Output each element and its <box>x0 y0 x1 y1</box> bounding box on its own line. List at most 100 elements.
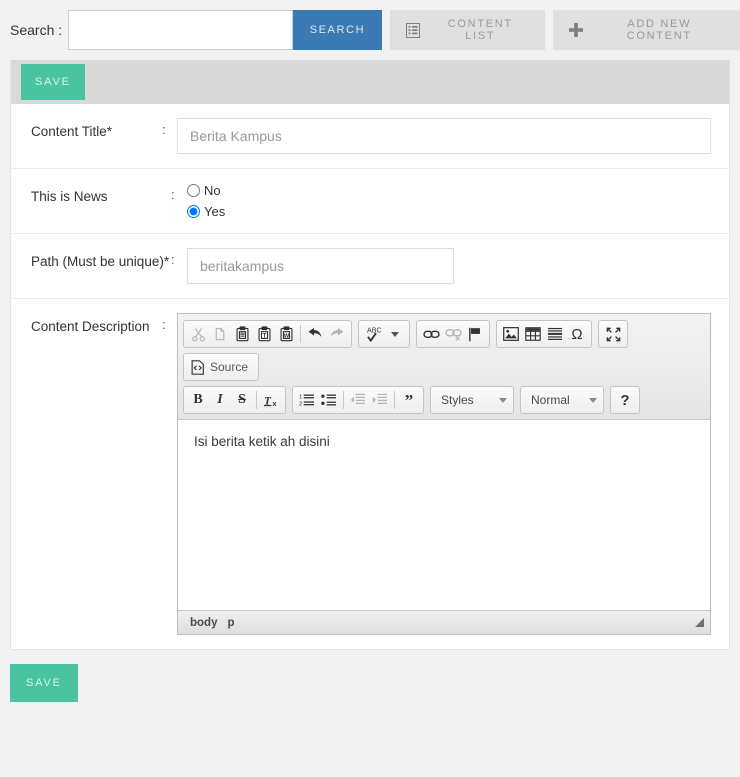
numbered-list-icon[interactable]: 1 2 <box>296 389 318 411</box>
path-label: Path (Must be unique)* <box>31 254 170 269</box>
top-search-bar: Search : SEARCH CONTENT LIST ADD NEW CON… <box>0 0 740 60</box>
format-dropdown[interactable]: Normal <box>520 386 604 414</box>
content-title-label: Content Title* <box>31 124 113 139</box>
add-new-content-label: ADD NEW CONTENT <box>626 18 692 42</box>
radio-label-yes: Yes <box>204 204 226 219</box>
undo-icon[interactable] <box>304 323 326 345</box>
news-radio-group: No Yes <box>187 183 729 219</box>
svg-text:W: W <box>283 333 289 339</box>
strikethrough-icon[interactable]: S <box>231 389 253 411</box>
table-icon[interactable] <box>522 323 544 345</box>
format-dropdown-label: Normal <box>531 393 570 407</box>
radio-input-no[interactable] <box>187 184 200 197</box>
indent-icon[interactable] <box>369 389 391 411</box>
colon-separator: : <box>171 252 175 267</box>
form-row-content-title: Content Title* : <box>11 104 729 169</box>
svg-text:x: x <box>272 399 277 408</box>
elements-path: body p <box>190 617 235 629</box>
chevron-down-icon <box>589 397 597 403</box>
search-button[interactable]: SEARCH <box>292 10 383 50</box>
blockquote-icon[interactable]: ” <box>398 389 420 411</box>
toolbar-group-about: ? <box>610 386 640 414</box>
source-button[interactable]: Source <box>187 356 255 378</box>
toolbar-group-insert: Ω <box>496 320 592 348</box>
form-row-path: Path (Must be unique)* : <box>11 234 729 299</box>
help-icon[interactable]: ? <box>614 389 636 411</box>
content-description-label: Content Description <box>31 319 150 334</box>
colon-separator: : <box>162 122 166 137</box>
search-label: Search : <box>10 22 63 38</box>
chevron-down-icon <box>499 397 507 403</box>
link-icon[interactable] <box>420 323 442 345</box>
this-is-news-label: This is News <box>31 189 108 204</box>
plus-icon <box>568 23 583 37</box>
toolbar-separator <box>300 325 301 343</box>
toolbar-group-source: Source <box>183 353 260 381</box>
source-label: Source <box>210 360 249 374</box>
editor-paragraph: Isi berita ketik ah disini <box>194 434 330 449</box>
styles-dropdown[interactable]: Styles <box>430 386 514 414</box>
svg-text:2: 2 <box>299 402 302 407</box>
unlink-icon[interactable] <box>442 323 464 345</box>
svg-text:1: 1 <box>299 395 302 401</box>
image-icon[interactable] <box>500 323 522 345</box>
editor-status-bar: body p <box>178 610 710 634</box>
toolbar-row-1: T W ABC Ω <box>183 320 705 348</box>
bulleted-list-icon[interactable] <box>318 389 340 411</box>
italic-icon[interactable]: I <box>209 389 231 411</box>
cut-icon[interactable] <box>187 323 209 345</box>
colon-separator: : <box>171 187 175 202</box>
toolbar-group-links <box>416 320 490 348</box>
toolbar-group-paragraph: 1 2 ” <box>292 386 424 414</box>
special-char-icon[interactable]: Ω <box>566 323 588 345</box>
toolbar-separator <box>394 391 395 409</box>
svg-text:T: T <box>262 332 266 339</box>
radio-input-yes[interactable] <box>187 205 200 218</box>
radio-option-no[interactable]: No <box>187 183 711 198</box>
search-input[interactable] <box>68 10 293 50</box>
styles-dropdown-label: Styles <box>441 393 474 407</box>
toolbar-row-3: B I S T x 1 2 ” Styles Normal ? <box>183 386 705 414</box>
toolbar-group-clipboard: T W <box>183 320 352 348</box>
paste-word-icon[interactable]: W <box>275 323 297 345</box>
paste-icon[interactable] <box>231 323 253 345</box>
outdent-icon[interactable] <box>347 389 369 411</box>
save-button-bottom[interactable]: SAVE <box>10 664 78 702</box>
form-footer: SAVE <box>0 650 740 716</box>
maximize-icon[interactable] <box>602 323 624 345</box>
elements-path-p[interactable]: p <box>227 617 234 629</box>
paste-text-icon[interactable]: T <box>253 323 275 345</box>
toolbar-separator <box>343 391 344 409</box>
toolbar-group-spellcheck: ABC <box>358 320 410 348</box>
radio-label-no: No <box>204 183 221 198</box>
bold-icon[interactable]: B <box>187 389 209 411</box>
list-icon <box>406 22 421 38</box>
add-new-content-button[interactable]: ADD NEW CONTENT <box>552 10 740 50</box>
rich-text-editor: T W ABC Ω Source B I S T x 1 2 ” Styles … <box>177 313 711 635</box>
remove-format-icon[interactable]: T x <box>260 389 282 411</box>
panel-header: SAVE <box>11 60 729 104</box>
editor-toolbar: T W ABC Ω Source B I S T x 1 2 ” Styles … <box>178 314 710 420</box>
content-form-panel: SAVE Content Title* : This is News : No … <box>10 60 730 650</box>
editor-content-area[interactable]: Isi berita ketik ah disini <box>178 420 710 610</box>
toolbar-row-2: Source <box>183 353 705 381</box>
content-list-label: CONTENT LIST <box>447 18 513 42</box>
editor-resize-handle[interactable] <box>695 618 704 627</box>
copy-icon[interactable] <box>209 323 231 345</box>
anchor-icon[interactable] <box>464 323 486 345</box>
toolbar-separator <box>256 391 257 409</box>
content-title-input[interactable] <box>177 118 711 154</box>
redo-icon[interactable] <box>326 323 348 345</box>
horizontal-rule-icon[interactable] <box>544 323 566 345</box>
form-row-this-is-news: This is News : No Yes <box>11 169 729 234</box>
elements-path-body[interactable]: body <box>190 617 217 629</box>
path-input[interactable] <box>187 248 454 284</box>
save-button-top[interactable]: SAVE <box>21 64 85 100</box>
svg-text:ABC: ABC <box>367 327 382 335</box>
help-label: ? <box>620 391 630 409</box>
toolbar-group-maximize <box>598 320 628 348</box>
toolbar-group-basicstyles: B I S T x <box>183 386 286 414</box>
radio-option-yes[interactable]: Yes <box>187 204 711 219</box>
content-list-button[interactable]: CONTENT LIST <box>390 10 545 50</box>
spellcheck-icon[interactable]: ABC <box>362 323 406 345</box>
